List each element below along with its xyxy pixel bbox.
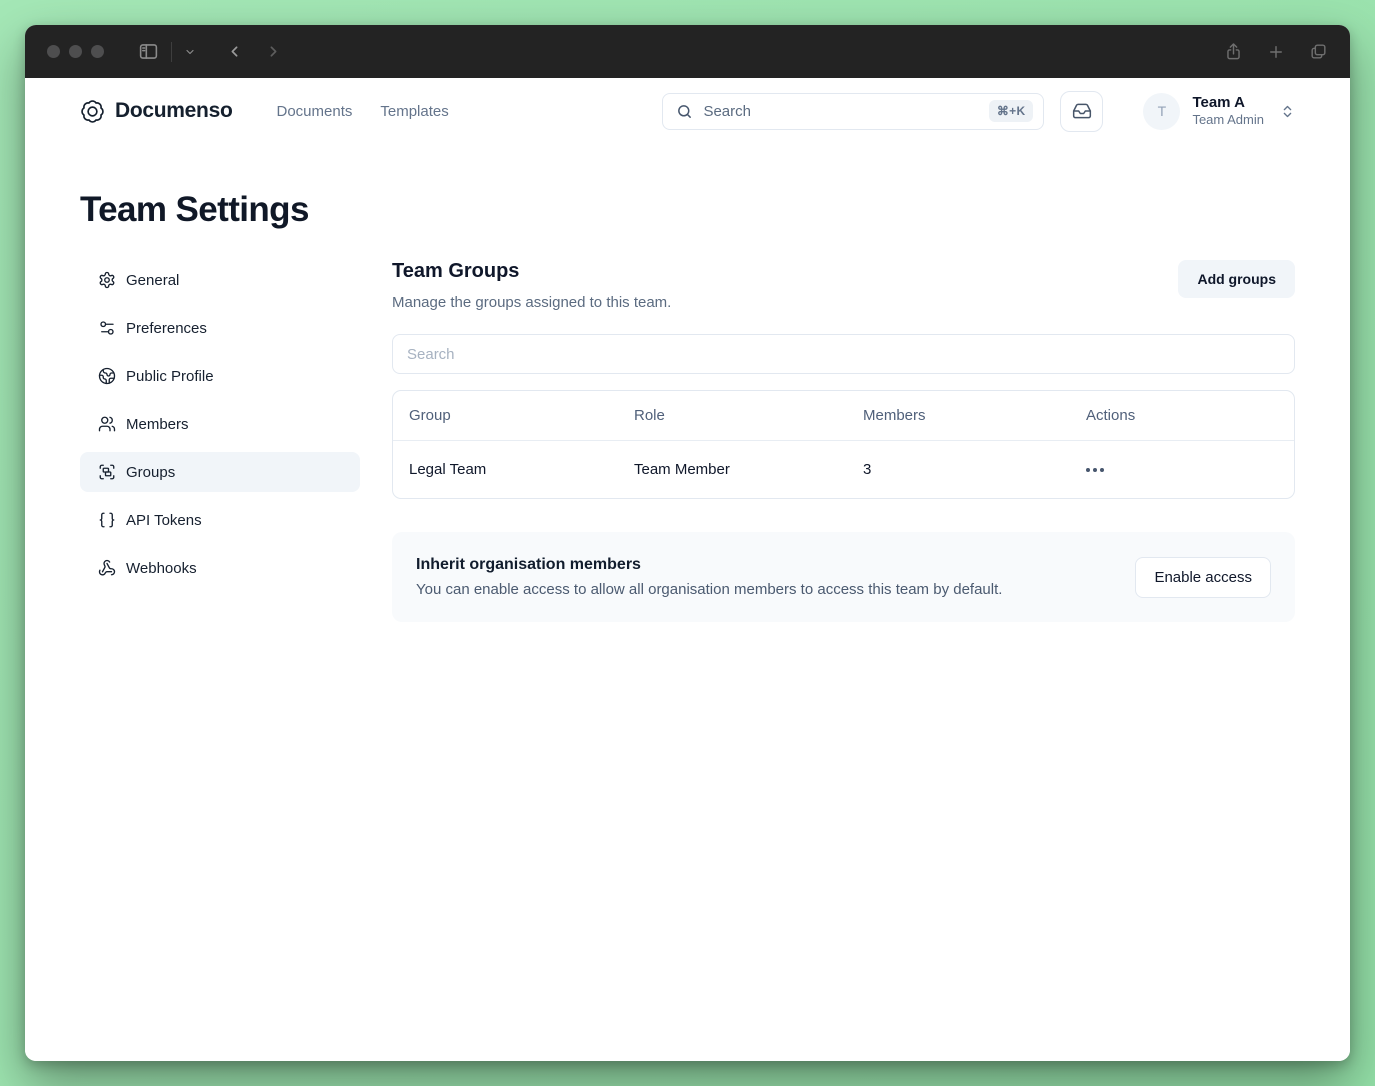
sidebar-item-members[interactable]: Members [80, 404, 360, 444]
sidebar-item-label: General [126, 271, 180, 289]
sidebar-item-groups[interactable]: Groups [80, 452, 360, 492]
column-header-members: Members [863, 407, 926, 424]
account-role: Team Admin [1192, 111, 1264, 127]
account-menu[interactable]: T Team A Team Admin [1143, 92, 1295, 130]
webhook-icon [98, 559, 116, 577]
titlebar-divider [171, 41, 172, 62]
back-button[interactable] [226, 43, 243, 60]
enable-access-button[interactable]: Enable access [1135, 556, 1271, 598]
sidebar-item-label: Webhooks [126, 559, 197, 577]
column-header-role: Role [634, 407, 665, 424]
sidebar-item-label: Groups [126, 463, 176, 481]
new-tab-icon[interactable] [1267, 43, 1285, 61]
tab-overview-icon[interactable] [1309, 42, 1328, 61]
users-icon [98, 415, 116, 433]
braces-icon [98, 511, 116, 529]
search-icon [676, 103, 693, 120]
section-subtitle: Manage the groups assigned to this team. [392, 294, 672, 311]
forward-button[interactable] [265, 43, 282, 60]
browser-window: Documenso Documents Templates ⌘+K T [25, 25, 1350, 1061]
chevrons-up-down-icon [1280, 104, 1295, 119]
section-title: Team Groups [392, 260, 520, 282]
sidebar-toggle-icon[interactable] [138, 41, 159, 62]
column-header-actions: Actions [1086, 407, 1136, 424]
search-shortcut-badge: ⌘+K [988, 100, 1034, 122]
inbox-button[interactable] [1060, 90, 1104, 132]
sidebar-item-label: Public Profile [126, 367, 214, 385]
nav-documents[interactable]: Documents [277, 103, 353, 120]
app-page: Documenso Documents Templates ⌘+K T [25, 78, 1350, 1061]
groups-filter-input[interactable] [392, 334, 1295, 374]
table-row: Legal Team Team Member 3 [393, 441, 1294, 498]
inherit-members-card: Inherit organisation members You can ena… [392, 532, 1295, 622]
sidebar-item-general[interactable]: General [80, 260, 360, 300]
cell-members-count: 3 [863, 461, 872, 478]
app-header: Documenso Documents Templates ⌘+K T [80, 90, 1295, 132]
group-frame-icon [98, 463, 116, 481]
top-nav: Documents Templates [277, 103, 449, 120]
account-name: Team A [1192, 93, 1245, 111]
sidebar-item-label: API Tokens [126, 511, 202, 529]
cell-group-name: Legal Team [409, 461, 487, 478]
close-window-button[interactable] [47, 45, 60, 58]
sidebar-item-label: Preferences [126, 319, 207, 337]
browser-titlebar [25, 25, 1350, 78]
page-title: Team Settings [80, 190, 309, 229]
sliders-icon [98, 319, 116, 337]
sidebar-item-webhooks[interactable]: Webhooks [80, 548, 360, 588]
brand-name: Documenso [115, 99, 233, 122]
inherit-card-description: You can enable access to allow all organ… [416, 581, 1003, 598]
groups-table: Group Role Members Actions Legal Team Te… [392, 390, 1295, 499]
globe-icon [98, 367, 116, 385]
column-header-group: Group [409, 407, 451, 424]
sidebar-item-preferences[interactable]: Preferences [80, 308, 360, 348]
share-icon[interactable] [1224, 42, 1243, 61]
minimize-window-button[interactable] [69, 45, 82, 58]
row-actions-ellipsis-icon[interactable] [1086, 467, 1110, 472]
global-search[interactable]: ⌘+K [662, 92, 1045, 130]
traffic-lights[interactable] [47, 45, 104, 58]
gear-icon [98, 271, 116, 289]
sidebar-item-public-profile[interactable]: Public Profile [80, 356, 360, 396]
table-header-row: Group Role Members Actions [393, 391, 1294, 441]
sidebar-item-label: Members [126, 415, 189, 433]
settings-sidebar: General Preferences Public Profile Membe… [80, 260, 360, 622]
sidebar-item-api-tokens[interactable]: API Tokens [80, 500, 360, 540]
cell-role: Team Member [634, 461, 730, 478]
inherit-card-title: Inherit organisation members [416, 556, 641, 573]
nav-templates[interactable]: Templates [380, 103, 448, 120]
global-search-input[interactable] [703, 102, 979, 120]
team-groups-panel: Team Groups Manage the groups assigned t… [392, 260, 1295, 622]
documenso-rosette-icon [80, 99, 105, 124]
documenso-logo[interactable]: Documenso [80, 99, 233, 124]
chevron-down-icon[interactable] [184, 46, 196, 58]
add-groups-button[interactable]: Add groups [1178, 260, 1295, 298]
avatar: T [1143, 92, 1181, 130]
inbox-icon [1072, 101, 1092, 121]
zoom-window-button[interactable] [91, 45, 104, 58]
